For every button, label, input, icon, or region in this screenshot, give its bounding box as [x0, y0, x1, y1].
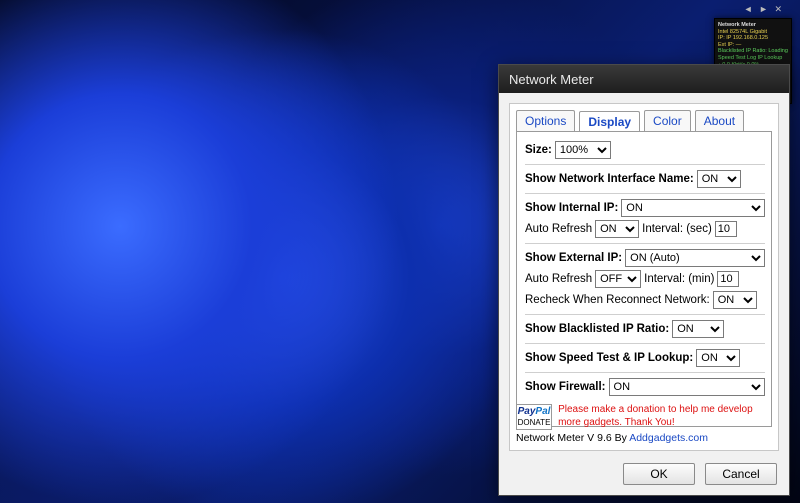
- external-interval-input[interactable]: [717, 271, 739, 287]
- nic-select[interactable]: ON: [697, 170, 741, 188]
- addgadgets-link[interactable]: Addgadgets.com: [629, 432, 708, 444]
- tab-display[interactable]: Display: [579, 111, 640, 132]
- external-auto-select[interactable]: OFF: [595, 270, 641, 288]
- tab-color[interactable]: Color: [644, 110, 691, 131]
- ok-button[interactable]: OK: [623, 463, 695, 485]
- gadget-title: Network Meter: [718, 22, 788, 29]
- separator: [525, 372, 765, 373]
- separator: [525, 193, 765, 194]
- recheck-label: Recheck When Reconnect Network:: [525, 294, 710, 306]
- speed-select[interactable]: ON: [696, 349, 740, 367]
- size-select[interactable]: 100%: [555, 141, 611, 159]
- paypal-caption: DONATE: [518, 418, 551, 427]
- tab-strip: Options Display Color About: [510, 104, 778, 131]
- blacklist-label: Show Blacklisted IP Ratio:: [525, 323, 669, 335]
- dialog-buttons: OK Cancel: [623, 463, 777, 485]
- recheck-select[interactable]: ON: [713, 291, 757, 309]
- internal-interval-label: Interval: (sec): [642, 223, 712, 235]
- internal-auto-select[interactable]: ON: [595, 220, 639, 238]
- titlebar[interactable]: Network Meter: [499, 65, 789, 93]
- gadget-blacklist: Blacklisted IP Ratio: Loading: [718, 48, 788, 55]
- external-interval-label: Interval: (min): [644, 273, 714, 285]
- tab-about[interactable]: About: [695, 110, 744, 131]
- gadget-int-ip: IP: IP 192.168.0.125: [718, 35, 788, 42]
- firewall-label: Show Firewall:: [525, 381, 606, 393]
- size-label: Size:: [525, 144, 552, 156]
- donate-text: Please make a donation to help me develo…: [558, 404, 772, 429]
- footer-area: PayPal DONATE Please make a donation to …: [516, 404, 772, 444]
- firewall-select[interactable]: ON: [609, 378, 765, 396]
- gadget-nic: Intel 82574L Gigabit: [718, 29, 788, 36]
- internal-ip-label: Show Internal IP:: [525, 202, 618, 214]
- separator: [525, 343, 765, 344]
- internal-interval-input[interactable]: [715, 221, 737, 237]
- external-auto-label: Auto Refresh: [525, 273, 592, 285]
- gadget-ext-ip: Ext IP: —: [718, 42, 788, 49]
- gadget-links: Speed Test Log IP Lookup: [718, 55, 788, 62]
- content-pane: Options Display Color About Size: 100% S…: [509, 103, 779, 451]
- version-text: Network Meter V 9.6 By: [516, 432, 629, 444]
- external-ip-label: Show External IP:: [525, 252, 622, 264]
- separator: [525, 164, 765, 165]
- nic-label: Show Network Interface Name:: [525, 173, 694, 185]
- gadget-control-arrows[interactable]: ◄ ► ✕: [744, 4, 784, 15]
- separator: [525, 243, 765, 244]
- cancel-button[interactable]: Cancel: [705, 463, 777, 485]
- desktop-wallpaper: ◄ ► ✕ Network Meter Intel 82574L Gigabit…: [0, 0, 800, 503]
- separator: [525, 314, 765, 315]
- internal-auto-label: Auto Refresh: [525, 223, 592, 235]
- tab-options[interactable]: Options: [516, 110, 575, 131]
- paypal-donate-button[interactable]: PayPal DONATE: [516, 404, 552, 430]
- tab-page: Size: 100% Show Network Interface Name: …: [516, 131, 772, 427]
- settings-scroll[interactable]: Size: 100% Show Network Interface Name: …: [517, 132, 771, 426]
- settings-window: Network Meter Options Display Color Abou…: [498, 64, 790, 496]
- internal-ip-select[interactable]: ON: [621, 199, 765, 217]
- external-ip-select[interactable]: ON (Auto): [625, 249, 765, 267]
- window-title: Network Meter: [509, 72, 594, 87]
- speed-label: Show Speed Test & IP Lookup:: [525, 352, 693, 364]
- blacklist-select[interactable]: ON: [672, 320, 724, 338]
